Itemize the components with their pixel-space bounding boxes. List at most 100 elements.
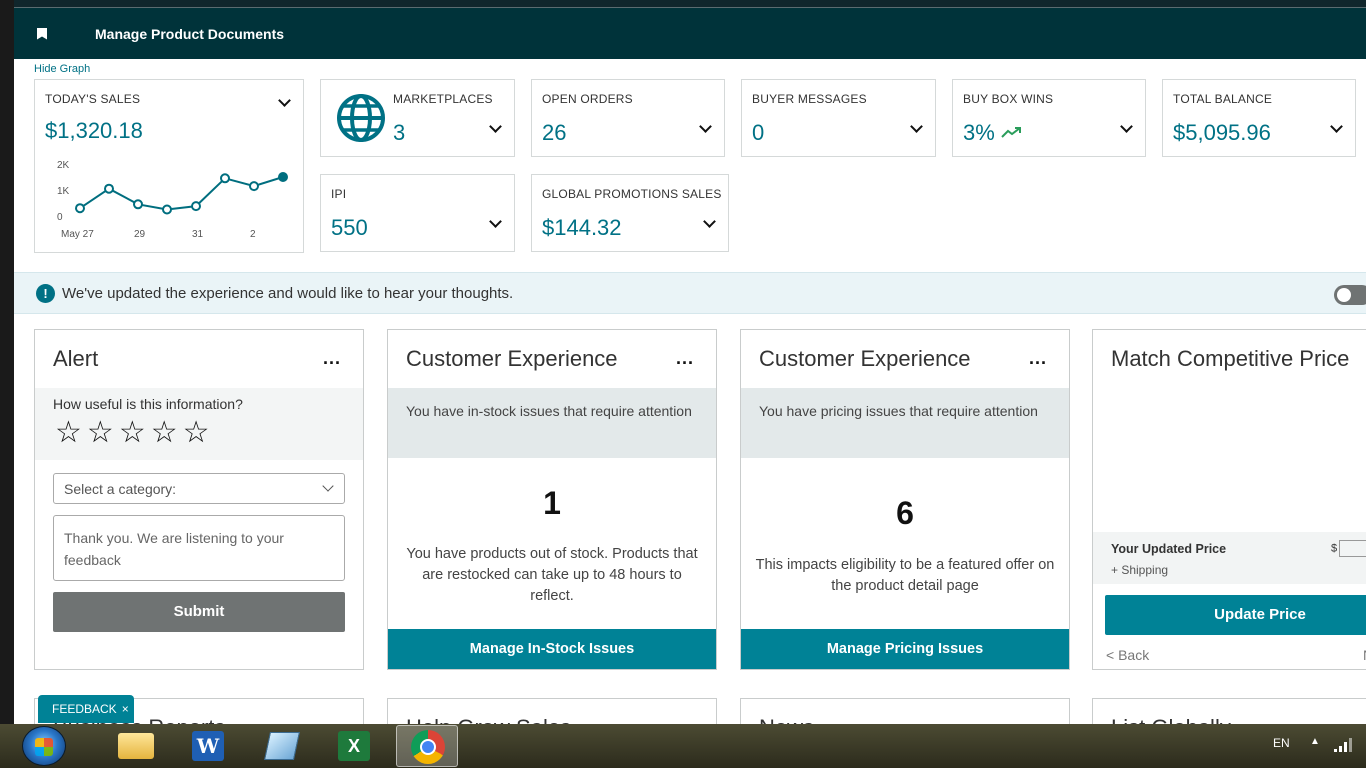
star-icon[interactable]: ☆: [119, 418, 146, 448]
word-icon[interactable]: W: [184, 728, 232, 764]
back-link[interactable]: < Back: [1106, 647, 1149, 663]
chevron-down-icon[interactable]: [1120, 120, 1133, 133]
experience-toggle[interactable]: [1334, 285, 1366, 305]
sales-data-point: [75, 203, 85, 214]
start-button[interactable]: [22, 726, 66, 766]
x-tick-label: 29: [134, 229, 146, 240]
y-tick-label: 0: [57, 212, 63, 223]
sales-data-point: [162, 204, 172, 215]
global-promotions-card[interactable]: GLOBAL PROMOTIONS SALES $144.32: [531, 174, 729, 252]
open-orders-label: OPEN ORDERS: [542, 92, 633, 106]
feedback-tab[interactable]: FEEDBACK ×: [38, 695, 134, 723]
card-title: List Globally: [1111, 715, 1231, 724]
ipi-card[interactable]: IPI 550: [320, 174, 515, 252]
buy-box-wins-card[interactable]: BUY BOX WINS 3%: [952, 79, 1146, 157]
sales-data-point: [191, 201, 201, 212]
news-card: News: [740, 698, 1070, 724]
more-options-icon[interactable]: ...: [323, 348, 341, 369]
manage-in-stock-button[interactable]: Manage In-Stock Issues: [388, 629, 716, 669]
hide-graph-link[interactable]: Hide Graph: [34, 63, 90, 75]
submit-button[interactable]: Submit: [53, 592, 345, 632]
todays-sales-value: $1,320.18: [45, 118, 143, 143]
feedback-textarea[interactable]: Thank you. We are listening to your feed…: [53, 515, 345, 581]
todays-sales-card[interactable]: TODAY'S SALES $1,320.18 2K 1K 0 May 27 29 31…: [34, 79, 304, 253]
buy-box-wins-value: 3%: [963, 120, 995, 145]
file-explorer-icon[interactable]: [112, 728, 160, 764]
network-signal-icon[interactable]: [1334, 738, 1352, 752]
star-rating: ☆ ☆ ☆ ☆ ☆: [55, 418, 210, 448]
sales-data-point: [104, 183, 114, 194]
sales-data-point: [278, 172, 288, 182]
star-icon[interactable]: ☆: [87, 418, 114, 448]
language-indicator[interactable]: EN: [1273, 736, 1290, 750]
list-globally-card: List Globally: [1092, 698, 1366, 724]
x-tick-label: 31: [192, 229, 204, 240]
sticky-notes-icon[interactable]: [258, 728, 306, 764]
chevron-down-icon[interactable]: [278, 94, 291, 107]
buyer-messages-card[interactable]: BUYER MESSAGES 0: [741, 79, 936, 157]
card-title: Customer Experience: [759, 346, 971, 371]
more-options-icon[interactable]: ...: [676, 348, 694, 369]
price-input-group: $: [1331, 540, 1366, 557]
price-input[interactable]: [1339, 540, 1366, 557]
total-balance-label: TOTAL BALANCE: [1173, 92, 1273, 106]
y-tick-label: 1K: [57, 186, 70, 197]
trend-up-icon: [1001, 127, 1021, 138]
x-tick-label: May 27: [61, 229, 94, 240]
x-tick-label: 2: [250, 229, 256, 240]
sales-line-chart: 2K 1K 0 May 27 29 31 2: [57, 160, 288, 240]
chevron-down-icon[interactable]: [489, 120, 502, 133]
issue-count: 1: [543, 485, 561, 521]
chevron-down-icon[interactable]: [1330, 120, 1343, 133]
alert-card: Alert ... How useful is this information…: [34, 329, 364, 670]
updated-price-label: Your Updated Price: [1111, 542, 1227, 556]
star-icon[interactable]: ☆: [151, 418, 178, 448]
update-price-button[interactable]: Update Price: [1105, 595, 1366, 635]
sales-data-point: [133, 199, 143, 210]
star-icon[interactable]: ☆: [183, 418, 210, 448]
issue-summary: You have pricing issues that require att…: [741, 388, 1069, 458]
card-title: Help Grow Sales: [406, 715, 571, 724]
seller-central-page: Manage Product Documents Hide Graph TODA…: [14, 8, 1366, 724]
open-orders-card[interactable]: OPEN ORDERS 26: [531, 79, 725, 157]
chevron-down-icon[interactable]: [703, 215, 716, 228]
page-title: Manage Product Documents: [95, 25, 285, 42]
total-balance-card[interactable]: TOTAL BALANCE $5,095.96: [1162, 79, 1356, 157]
customer-experience-stock-card: Customer Experience ... You have in-stoc…: [387, 329, 717, 670]
bookmark-icon[interactable]: [37, 27, 47, 40]
browser-top-strip: [14, 0, 1366, 8]
buy-box-wins-label: BUY BOX WINS: [963, 92, 1054, 106]
globe-icon: [337, 94, 385, 142]
chevron-down-icon[interactable]: [489, 215, 502, 228]
feedback-banner: ! We've updated the experience and would…: [14, 272, 1366, 314]
category-select-value: Select a category:: [64, 481, 177, 497]
more-options-icon[interactable]: ...: [1029, 348, 1047, 369]
manage-pricing-button[interactable]: Manage Pricing Issues: [741, 629, 1069, 669]
close-icon[interactable]: ×: [122, 702, 129, 716]
marketplaces-card[interactable]: MARKETPLACES 3: [320, 79, 515, 157]
buyer-messages-label: BUYER MESSAGES: [752, 92, 867, 106]
total-balance-value: $5,095.96: [1173, 120, 1271, 145]
star-icon[interactable]: ☆: [55, 418, 82, 448]
issue-description: This impacts eligibility to be a feature…: [755, 557, 1055, 594]
match-competitive-price-card: Match Competitive Price Your Updated Pri…: [1092, 329, 1366, 670]
sales-data-point: [220, 173, 230, 184]
excel-icon[interactable]: X: [330, 728, 378, 764]
customer-experience-pricing-card: Customer Experience ... You have pricing…: [740, 329, 1070, 670]
issue-count: 6: [896, 495, 914, 531]
card-title: News: [759, 715, 814, 724]
chrome-icon: [411, 730, 445, 764]
toggle-knob: [1337, 288, 1351, 302]
chrome-taskbar-button[interactable]: [396, 725, 458, 767]
card-title: Alert: [53, 346, 99, 371]
info-icon: !: [36, 283, 55, 303]
marketplaces-value: 3: [393, 120, 406, 145]
chevron-down-icon[interactable]: [910, 120, 923, 133]
chevron-down-icon[interactable]: [699, 120, 712, 133]
show-hidden-icons-icon[interactable]: ▲: [1310, 736, 1320, 747]
windows-taskbar: W X EN ▲: [0, 724, 1366, 768]
category-select[interactable]: Select a category:: [53, 473, 345, 504]
feedback-label: FEEDBACK: [52, 702, 117, 716]
card-title: Match Competitive Price: [1111, 346, 1350, 371]
global-promotions-label: GLOBAL PROMOTIONS SALES: [542, 187, 722, 201]
